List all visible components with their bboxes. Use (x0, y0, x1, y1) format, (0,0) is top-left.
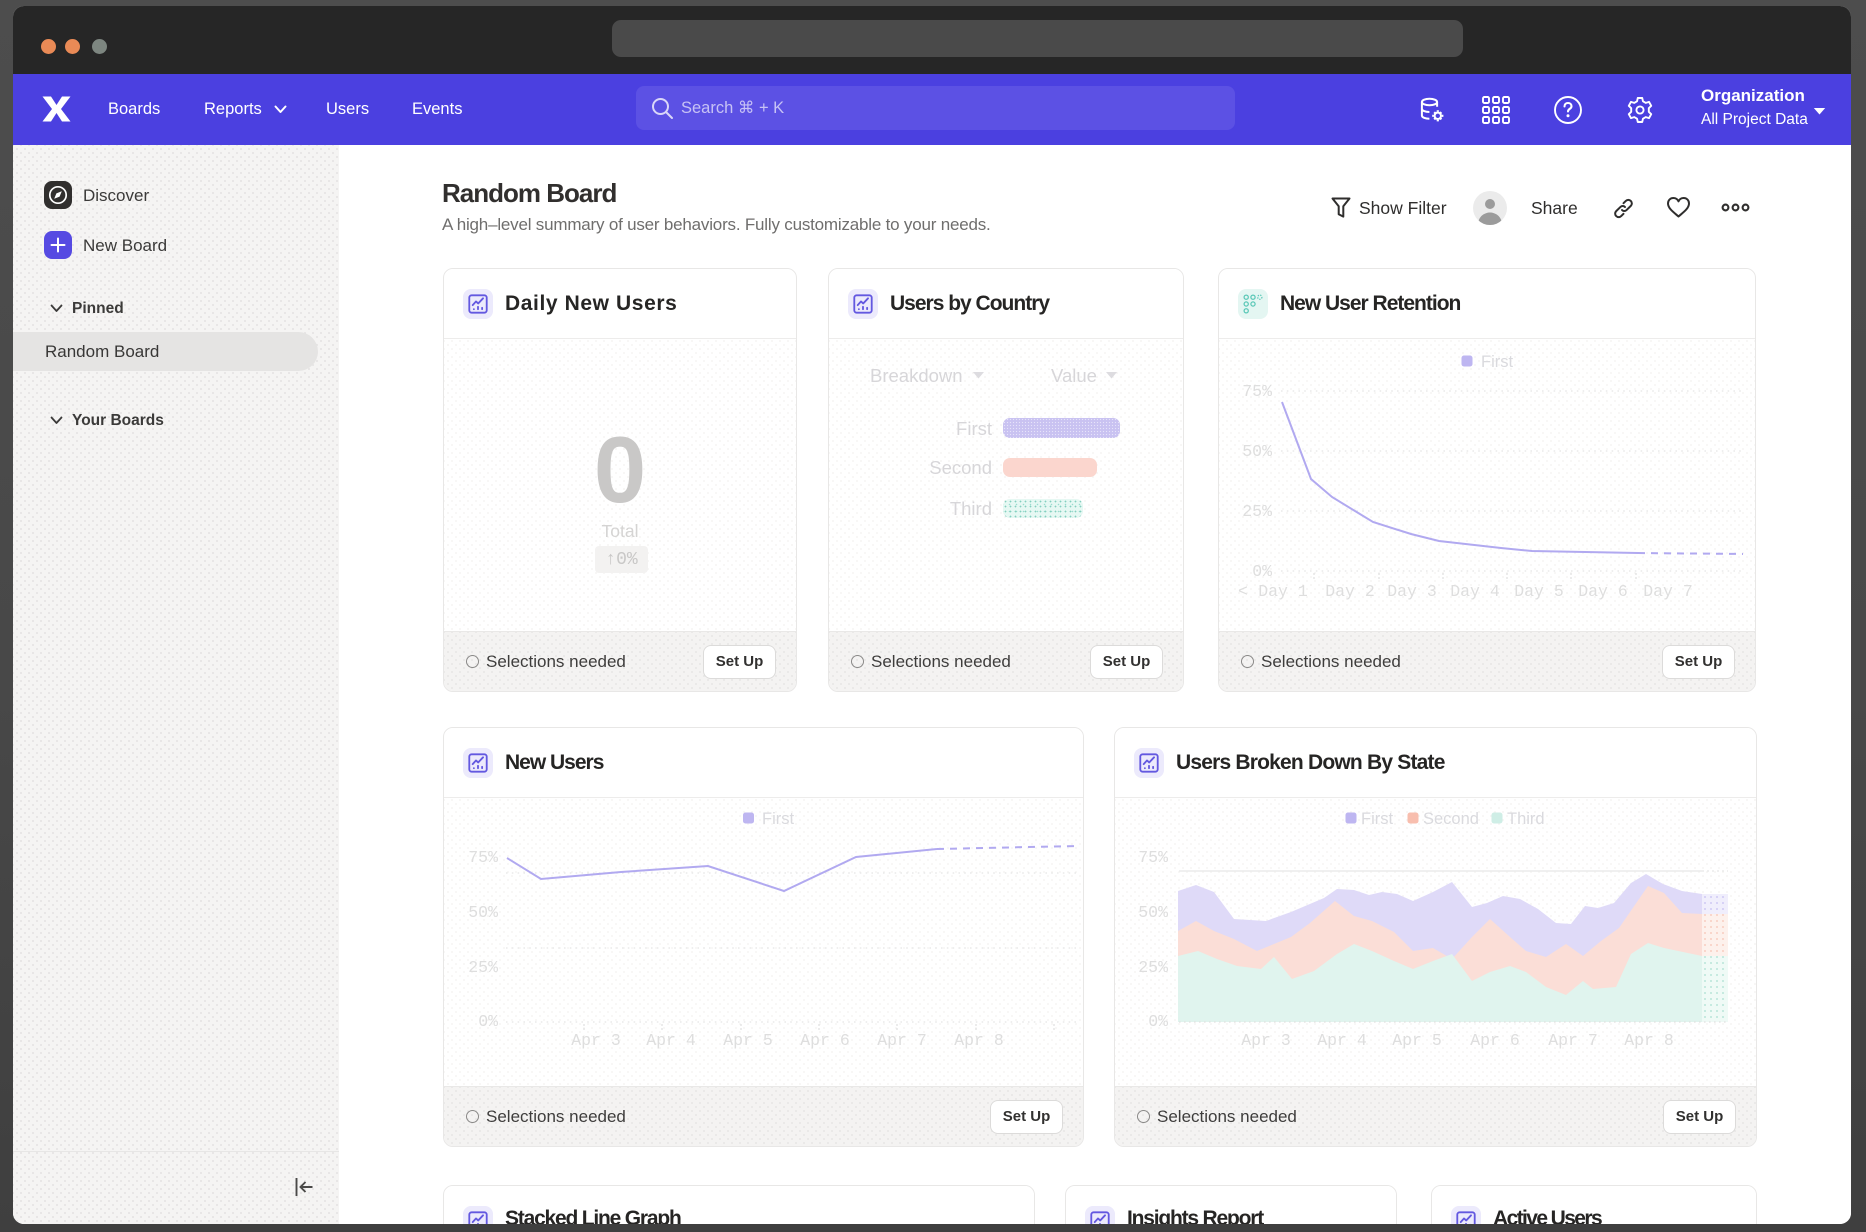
svg-text:Apr 7: Apr 7 (877, 1031, 927, 1050)
svg-text:Third: Third (1507, 810, 1545, 828)
svg-text:First: First (1481, 353, 1513, 371)
svg-text:Apr 6: Apr 6 (800, 1031, 850, 1050)
svg-text:Day 7: Day 7 (1643, 582, 1693, 601)
svg-text:50%: 50% (468, 903, 498, 922)
svg-text:Day 5: Day 5 (1514, 582, 1564, 601)
svg-text:75%: 75% (468, 848, 498, 867)
svg-text:Apr 5: Apr 5 (723, 1031, 773, 1050)
svg-text:0%: 0% (1148, 1012, 1168, 1031)
svg-text:75%: 75% (1138, 848, 1168, 867)
svg-text:Apr 4: Apr 4 (1317, 1031, 1367, 1050)
svg-text:Apr 5: Apr 5 (1392, 1031, 1442, 1050)
svg-text:25%: 25% (1242, 502, 1272, 521)
svg-text:Apr 7: Apr 7 (1548, 1031, 1598, 1050)
svg-text:75%: 75% (1242, 382, 1272, 401)
svg-text:Day 2: Day 2 (1325, 582, 1375, 601)
svg-text:50%: 50% (1242, 442, 1272, 461)
svg-text:Apr 8: Apr 8 (954, 1031, 1004, 1050)
svg-text:Day 3: Day 3 (1387, 582, 1437, 601)
svg-text:25%: 25% (1138, 958, 1168, 977)
svg-text:Apr 8: Apr 8 (1624, 1031, 1674, 1050)
svg-text:First: First (1361, 810, 1393, 828)
svg-text:Apr 6: Apr 6 (1470, 1031, 1520, 1050)
svg-text:Day 1: Day 1 (1258, 582, 1308, 601)
svg-text:Day 4: Day 4 (1450, 582, 1500, 601)
svg-text:50%: 50% (1138, 903, 1168, 922)
svg-text:Day 6: Day 6 (1578, 582, 1628, 601)
svg-text:Apr 4: Apr 4 (646, 1031, 696, 1050)
svg-text:0%: 0% (478, 1012, 498, 1031)
svg-text:Apr 3: Apr 3 (1241, 1031, 1291, 1050)
svg-text:Apr 3: Apr 3 (571, 1031, 621, 1050)
svg-text:First: First (762, 810, 794, 828)
svg-text:<: < (1238, 582, 1248, 601)
svg-text:25%: 25% (468, 958, 498, 977)
svg-text:Second: Second (1423, 810, 1479, 828)
svg-text:0%: 0% (1252, 562, 1272, 581)
